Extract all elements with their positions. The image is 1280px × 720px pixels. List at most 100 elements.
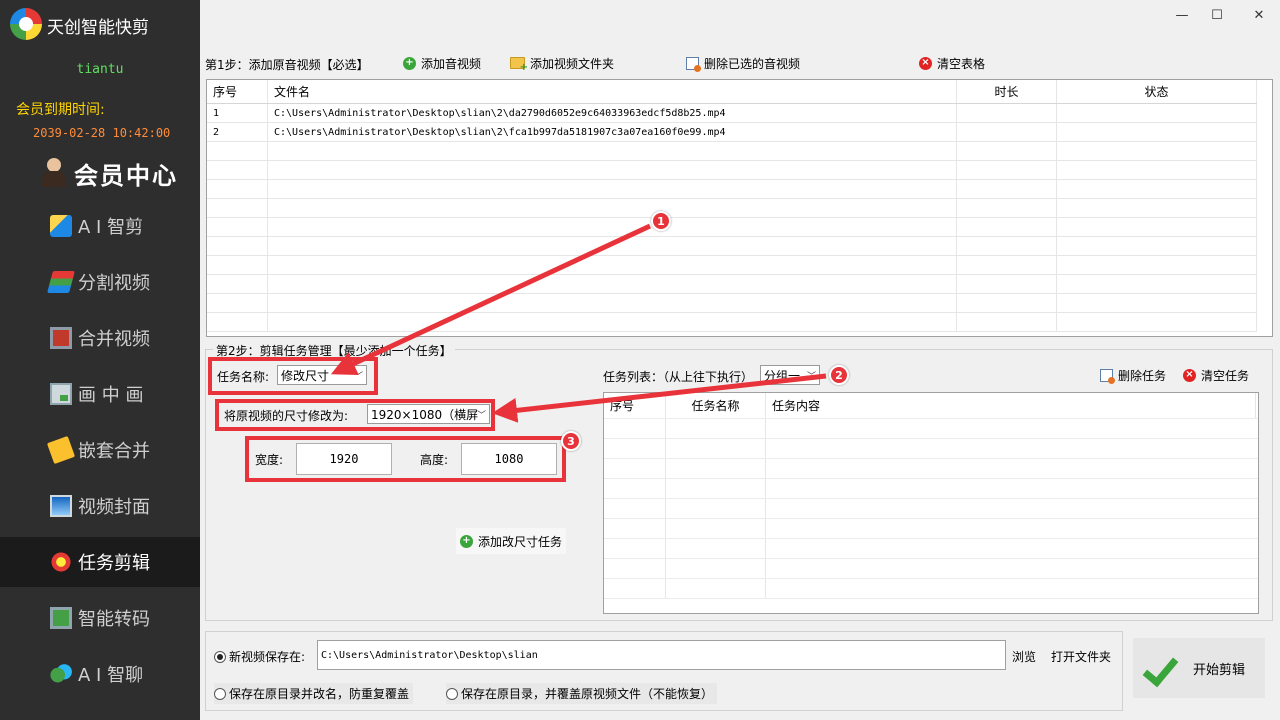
- annotation-badge-3: 3: [561, 431, 581, 451]
- overwrite-radio[interactable]: 保存在原目录，并覆盖原视频文件（不能恢复）: [446, 683, 718, 704]
- col-index[interactable]: 序号: [207, 80, 268, 103]
- radio-icon: [446, 687, 458, 700]
- nav-label: 合并视频: [78, 329, 150, 350]
- empty-row: [207, 180, 1257, 199]
- step1-label: 第1步：添加原音视频【必选】: [205, 58, 369, 72]
- clear-task-label: 清空任务: [1201, 368, 1250, 383]
- nav-transcode[interactable]: 智能转码: [0, 593, 200, 643]
- empty-row: [604, 439, 1258, 459]
- row-duration: [957, 104, 1057, 122]
- table-row[interactable]: 2 C:\Users\Administrator\Desktop\slian\2…: [207, 123, 1257, 142]
- task-edit-icon: [50, 551, 72, 573]
- maximize-button[interactable]: ☐: [1207, 6, 1227, 26]
- merge-video-icon: [50, 327, 72, 349]
- annotation-badge-1: 1: [651, 211, 671, 231]
- nav-picture-in-picture[interactable]: 画 中 画: [0, 369, 200, 419]
- empty-row: [604, 519, 1258, 539]
- plus-icon: +: [403, 56, 416, 70]
- delete-file-icon: [686, 56, 701, 72]
- col-task-name[interactable]: 任务名称: [666, 393, 766, 418]
- save-to-label: 新视频保存在:: [229, 650, 306, 664]
- annotation-badge-2: 2: [829, 365, 849, 385]
- add-folder-label: 添加视频文件夹: [530, 56, 615, 71]
- nav-label: 分割视频: [78, 273, 150, 294]
- empty-row: [604, 579, 1258, 599]
- vip-center-button[interactable]: 会员中心: [40, 155, 178, 191]
- row-index: 1: [207, 104, 268, 122]
- delete-task-button[interactable]: 删除任务: [1100, 364, 1166, 386]
- rename-radio[interactable]: 保存在原目录并改名，防重复覆盖: [214, 683, 414, 704]
- nav-label: 视频封面: [78, 497, 150, 518]
- nav-merge-video[interactable]: 合并视频: [0, 313, 200, 363]
- table-row[interactable]: 1 C:\Users\Administrator\Desktop\slian\2…: [207, 104, 1257, 123]
- sidebar: 天创智能快剪 tiantu 会员到期时间: 2039-02-28 10:42:0…: [0, 0, 200, 720]
- vip-center-label: 会员中心: [74, 160, 178, 190]
- file-table-header: 序号 文件名 时长 状态: [207, 80, 1257, 104]
- highlight-box-size: [245, 436, 566, 482]
- ai-clip-icon: [50, 215, 72, 237]
- radio-checked-icon: [214, 650, 226, 663]
- rename-label: 保存在原目录并改名，防重复覆盖: [229, 687, 410, 701]
- nav-ai-chat[interactable]: A I 智聊: [0, 649, 200, 699]
- col-task-content[interactable]: 任务内容: [766, 393, 1256, 418]
- empty-row: [207, 142, 1257, 161]
- empty-row: [207, 161, 1257, 180]
- empty-row: [207, 275, 1257, 294]
- clear-icon: ×: [1183, 368, 1196, 382]
- delete-task-icon: [1100, 368, 1115, 384]
- nav-label: A I 智剪: [78, 217, 144, 238]
- delete-selected-button[interactable]: 删除已选的音视频: [686, 52, 800, 74]
- group-select[interactable]: 分组一 ﹀: [760, 365, 820, 385]
- row-status: [1057, 104, 1257, 122]
- empty-row: [207, 256, 1257, 275]
- empty-row: [207, 237, 1257, 256]
- transcode-icon: [50, 607, 72, 629]
- empty-row: [604, 499, 1258, 519]
- row-index: 2: [207, 123, 268, 141]
- row-status: [1057, 123, 1257, 141]
- add-resize-task-button[interactable]: + 添加改尺寸任务: [456, 528, 567, 554]
- empty-row: [604, 559, 1258, 579]
- minimize-button[interactable]: —: [1172, 6, 1192, 26]
- delete-task-label: 删除任务: [1118, 368, 1167, 383]
- task-list-label: 任务列表：（从上往下执行）: [603, 370, 754, 384]
- col-filename[interactable]: 文件名: [268, 80, 957, 103]
- col-duration[interactable]: 时长: [957, 80, 1057, 103]
- picture-in-picture-icon: [50, 383, 72, 405]
- group-value: 分组一: [764, 368, 801, 383]
- nav-nest-merge[interactable]: 嵌套合并: [0, 425, 200, 475]
- col-task-index[interactable]: 序号: [604, 393, 666, 418]
- row-file: C:\Users\Administrator\Desktop\slian\2\f…: [268, 123, 957, 141]
- open-folder-button[interactable]: 打开文件夹: [1051, 648, 1111, 665]
- app-logo-icon: [10, 8, 42, 40]
- task-table[interactable]: 序号 任务名称 任务内容: [603, 392, 1259, 614]
- add-folder-button[interactable]: 添加视频文件夹: [510, 52, 614, 74]
- highlight-box-task-name: [208, 357, 378, 395]
- nav-ai-clip[interactable]: A I 智剪: [0, 201, 200, 251]
- empty-row: [207, 218, 1257, 237]
- save-to-radio[interactable]: 新视频保存在:: [214, 648, 305, 665]
- save-path-input[interactable]: C:\Users\Administrator\Desktop\slian: [317, 640, 1006, 670]
- clear-table-button[interactable]: × 清空表格: [919, 52, 985, 74]
- empty-row: [604, 539, 1258, 559]
- empty-row: [604, 459, 1258, 479]
- row-file: C:\Users\Administrator\Desktop\slian\2\d…: [268, 104, 957, 122]
- start-edit-label: 开始剪辑: [1193, 662, 1246, 678]
- highlight-box-resize: [215, 399, 495, 431]
- nest-merge-icon: [46, 435, 76, 465]
- add-av-button[interactable]: + 添加音视频: [403, 52, 481, 74]
- start-edit-button[interactable]: 开始剪辑: [1133, 638, 1265, 698]
- app-title: 天创智能快剪: [47, 18, 149, 38]
- empty-row: [604, 419, 1258, 439]
- col-status[interactable]: 状态: [1057, 80, 1257, 103]
- file-table[interactable]: 序号 文件名 时长 状态 1 C:\Users\Administrator\De…: [206, 79, 1273, 337]
- nav-video-cover[interactable]: 视频封面: [0, 481, 200, 531]
- clear-task-button[interactable]: × 清空任务: [1183, 364, 1249, 386]
- browse-button[interactable]: 浏览: [1012, 648, 1036, 665]
- empty-row: [207, 199, 1257, 218]
- close-button[interactable]: ✕: [1249, 6, 1269, 26]
- member-expiry-date: 2039-02-28 10:42:00: [33, 126, 171, 140]
- nav-split-video[interactable]: 分割视频: [0, 257, 200, 307]
- clear-icon: ×: [919, 56, 932, 70]
- nav-task-edit[interactable]: 任务剪辑: [0, 537, 200, 587]
